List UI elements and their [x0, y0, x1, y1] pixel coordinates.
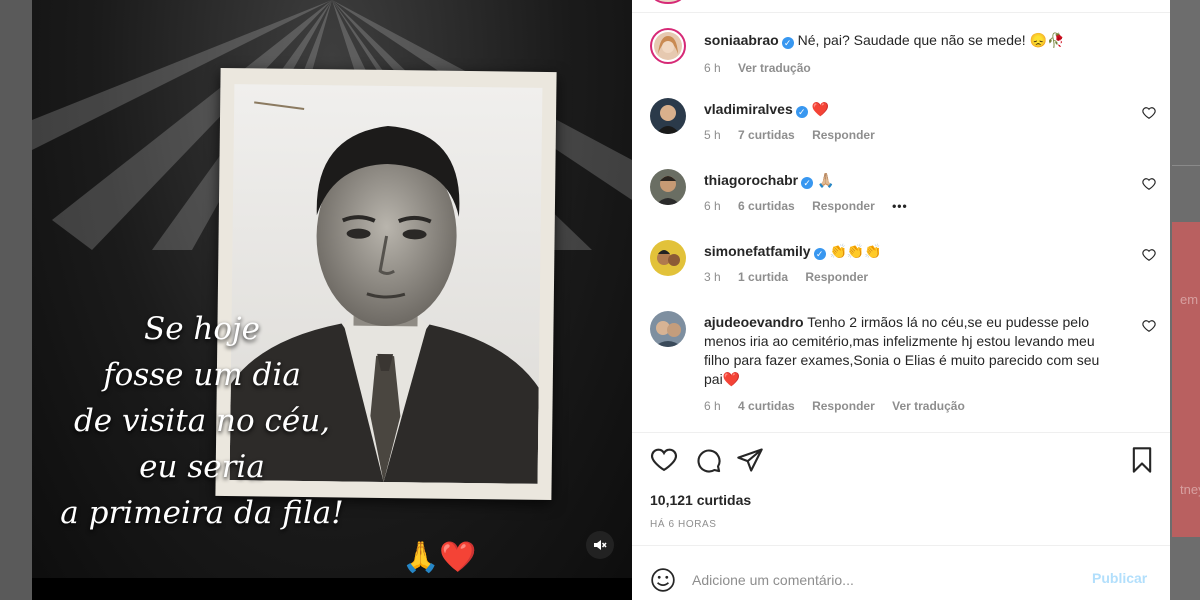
reply-link[interactable]: Responder	[805, 270, 868, 284]
background-card: em tney	[1172, 222, 1200, 537]
verified-badge-icon: ✓	[795, 106, 808, 118]
mute-toggle-button[interactable]	[586, 531, 614, 559]
post-actions-bar	[632, 446, 1170, 476]
comment-likes[interactable]: 6 curtidas	[738, 199, 795, 213]
avatar[interactable]	[650, 240, 686, 276]
backdrop-left-strip	[0, 0, 32, 600]
overlay-line: de visita no céu,	[73, 403, 331, 439]
avatar[interactable]	[650, 169, 686, 205]
avatar[interactable]	[650, 98, 686, 134]
comment-username[interactable]: vladimiralves	[704, 101, 793, 117]
comment-likes[interactable]: 1 curtida	[738, 270, 788, 284]
comments-panel: soniaabrao ✓ Né, pai? Saudade que não se …	[632, 0, 1170, 600]
publish-button[interactable]: Publicar	[1092, 570, 1147, 586]
comment-time: 3 h	[704, 270, 721, 284]
comment-input[interactable]	[692, 569, 1072, 591]
post-timestamp: HÁ 6 HORAS	[650, 519, 717, 530]
speaker-muted-icon	[594, 540, 607, 550]
background-text-fragment: em	[1180, 292, 1199, 307]
overlay-caption: Se hoje fosse um dia de visita no céu, e…	[32, 306, 372, 536]
avatar-image	[654, 32, 682, 60]
backdrop-right-strip: em tney	[1170, 0, 1200, 600]
overlay-line: fosse um dia	[103, 357, 301, 393]
overlay-line: a primeira da fila!	[60, 495, 344, 531]
post-media[interactable]: Se hoje fosse um dia de visita no céu, e…	[32, 0, 632, 600]
overlay-emojis: 🙏❤️	[402, 541, 477, 574]
comment-username[interactable]: simonefatfamily	[704, 243, 811, 259]
post-header-sliver	[632, 0, 1170, 13]
verified-badge-icon: ✓	[813, 248, 826, 260]
comment-likes[interactable]: 4 curtidas	[738, 399, 795, 413]
comment-text: 👏👏👏	[829, 243, 882, 259]
like-comment-heart-icon[interactable]	[1142, 248, 1156, 262]
avatar-image	[650, 311, 686, 347]
translate-link[interactable]: Ver tradução	[892, 399, 965, 413]
save-bookmark-icon[interactable]	[1128, 446, 1156, 474]
comment-text: ❤️	[811, 101, 830, 117]
overlay-line: eu seria	[139, 449, 265, 485]
comment-username[interactable]: thiagorochabr	[704, 172, 798, 188]
divider	[632, 432, 1170, 433]
comment-bubble-icon[interactable]	[694, 446, 722, 474]
verified-badge-icon: ✓	[801, 177, 814, 189]
emoji-smiley-icon[interactable]	[650, 567, 676, 593]
media-bottom-bar	[32, 578, 632, 600]
backdrop-divider	[1172, 165, 1200, 166]
like-comment-heart-icon[interactable]	[1142, 106, 1156, 120]
caption-text: Né, pai? Saudade que não se mede! 😞🥀	[797, 32, 1065, 48]
caption-username[interactable]: soniaabrao	[704, 32, 779, 48]
caption-time: 6 h	[704, 61, 721, 75]
share-paper-plane-icon[interactable]	[736, 446, 764, 474]
comment-username[interactable]: ajudeoevandro	[704, 314, 804, 330]
verified-badge-icon: ✓	[781, 37, 794, 49]
divider	[632, 545, 1170, 546]
avatar-image	[650, 240, 686, 276]
like-comment-heart-icon[interactable]	[1142, 177, 1156, 191]
avatar[interactable]	[650, 28, 686, 64]
comment-text: 🙏🏼	[817, 172, 835, 188]
avatar-image	[650, 169, 686, 205]
translate-link[interactable]: Ver tradução	[738, 61, 811, 75]
more-options-icon[interactable]: •••	[892, 199, 908, 213]
avatar-image	[650, 98, 686, 134]
likes-count[interactable]: 10,121 curtidas	[650, 492, 751, 508]
reply-link[interactable]: Responder	[812, 199, 875, 213]
like-comment-heart-icon[interactable]	[1142, 319, 1156, 333]
like-heart-icon[interactable]	[650, 446, 678, 474]
comment-likes[interactable]: 7 curtidas	[738, 128, 795, 142]
avatar[interactable]	[650, 311, 686, 347]
add-comment-bar: Publicar	[632, 556, 1170, 600]
header-avatar[interactable]	[652, 0, 684, 4]
background-text-fragment: tney	[1180, 482, 1200, 497]
reply-link[interactable]: Responder	[812, 128, 875, 142]
comment-time: 6 h	[704, 399, 721, 413]
comment-time: 5 h	[704, 128, 721, 142]
comment-time: 6 h	[704, 199, 721, 213]
overlay-line: Se hoje	[143, 311, 261, 347]
reply-link[interactable]: Responder	[812, 399, 875, 413]
